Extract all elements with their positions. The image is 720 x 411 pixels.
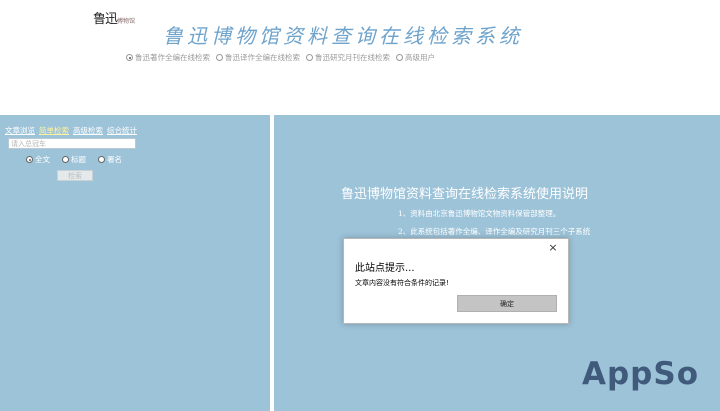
- db-option-works[interactable]: 鲁迅著作全编在线检索: [126, 52, 210, 63]
- db-option-label: 高级用户: [405, 53, 435, 62]
- tab-advanced-search[interactable]: 高级检索: [73, 125, 103, 136]
- database-options: 鲁迅著作全编在线检索 鲁迅译作全编在线检索 鲁迅研究月刊在线检索 高级用户: [126, 52, 435, 63]
- help-title: 鲁迅博物馆资料查询在线检索系统使用说明: [341, 187, 589, 202]
- field-option-title[interactable]: 标题: [62, 154, 86, 165]
- dialog-title: 此站点提示...: [355, 263, 415, 274]
- search-button[interactable]: 检索: [57, 170, 93, 181]
- field-option-fulltext[interactable]: 全文: [26, 154, 50, 165]
- site-title: 鲁迅博物馆资料查询在线检索系统: [163, 24, 523, 48]
- header: 鲁迅 博物馆 鲁迅博物馆资料查询在线检索系统 鲁迅著作全编在线检索 鲁迅译作全编…: [0, 0, 720, 115]
- db-option-monthly[interactable]: 鲁迅研究月刊在线检索: [306, 52, 390, 63]
- db-option-label: 鲁迅译作全编在线检索: [225, 53, 300, 62]
- logo-text: 鲁迅: [93, 12, 118, 27]
- db-option-advanced-user[interactable]: 高级用户: [396, 52, 435, 63]
- tab-simple-search[interactable]: 简单检索: [39, 125, 69, 136]
- alert-dialog: × 此站点提示... 文章内容没有符合条件的记录! 确定: [343, 238, 569, 324]
- db-option-translations[interactable]: 鲁迅译作全编在线检索: [216, 52, 300, 63]
- radio-icon[interactable]: [216, 54, 223, 61]
- tab-statistics[interactable]: 综合统计: [107, 125, 137, 136]
- search-sidebar: 文章浏览 简单检索 高级检索 综合统计 全文 标题 署名 检索: [0, 115, 270, 411]
- tab-browse[interactable]: 文章浏览: [5, 125, 35, 136]
- field-option-label: 全文: [35, 155, 50, 164]
- close-icon[interactable]: ×: [547, 242, 559, 254]
- radio-icon[interactable]: [98, 156, 105, 163]
- field-options: 全文 标题 署名: [26, 154, 122, 165]
- dialog-message: 文章内容没有符合条件的记录!: [355, 279, 449, 287]
- db-option-label: 鲁迅研究月刊在线检索: [315, 53, 390, 62]
- field-option-label: 标题: [71, 155, 86, 164]
- radio-icon[interactable]: [126, 54, 133, 61]
- radio-icon[interactable]: [306, 54, 313, 61]
- appso-watermark: AppSo: [582, 356, 699, 392]
- db-option-label: 鲁迅著作全编在线检索: [135, 53, 210, 62]
- sidebar-tabs: 文章浏览 简单检索 高级检索 综合统计: [5, 125, 137, 136]
- field-option-author[interactable]: 署名: [98, 154, 122, 165]
- logo-subtext: 博物馆: [117, 18, 136, 25]
- radio-icon[interactable]: [396, 54, 403, 61]
- help-item: 1、资料由北京鲁迅博物馆文物资料保管部整理。: [398, 209, 561, 218]
- radio-icon[interactable]: [62, 156, 69, 163]
- help-item: 2、此系统包括著作全编、译作全编及研究月刊三个子系统: [398, 227, 591, 236]
- ok-button[interactable]: 确定: [457, 295, 557, 312]
- museum-logo: 鲁迅 博物馆: [93, 8, 143, 30]
- field-option-label: 署名: [107, 155, 122, 164]
- radio-icon[interactable]: [26, 156, 33, 163]
- search-input[interactable]: [8, 138, 136, 149]
